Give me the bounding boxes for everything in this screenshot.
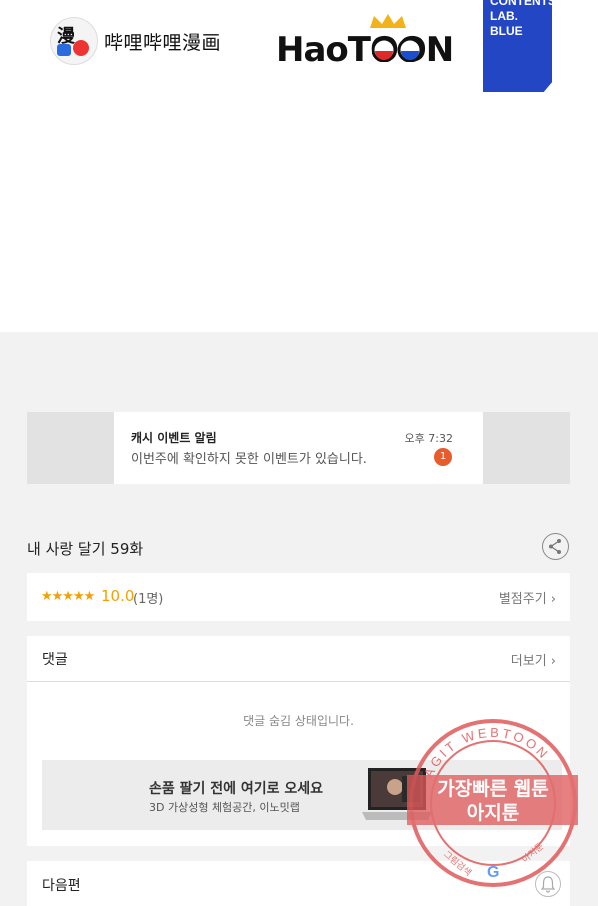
eyes-icon — [372, 38, 422, 62]
next-episode-label: 다음편 — [42, 878, 81, 894]
rating-card: ★★★★★ 10.0 (1명) 별점주기 › — [27, 573, 570, 621]
notification-title: 캐시 이벤트 알림 — [131, 431, 217, 445]
svg-text:가장빠른 웹툰: 가장빠른 웹툰 — [437, 778, 549, 800]
logo-banner: 漫 哔哩哔哩漫画 HaoTOON CONTENTS LAB. BLUE — [0, 0, 598, 332]
comment-header: 댓글 더보기 › — [27, 636, 570, 682]
rating-count: (1명) — [133, 592, 164, 607]
svg-text:아지툰: 아지툰 — [467, 802, 519, 824]
rating-stars: ★★★★★ — [41, 589, 95, 604]
crown-icon — [370, 14, 406, 28]
notification-count-badge: 1 — [434, 448, 452, 466]
logo-line-1: CONTENTS — [490, 0, 556, 8]
notification-body: 이번주에 확인하지 못한 이벤트가 있습니다. — [131, 452, 367, 467]
comments-more-link[interactable]: 더보기 › — [511, 650, 556, 669]
logo-line-3: BLUE — [490, 24, 523, 38]
bilibili-comics-logo: 漫 哔哩哔哩漫画 — [50, 17, 222, 65]
bilibili-logo-text: 哔哩哔哩漫画 — [104, 31, 222, 54]
rate-button[interactable]: 별점주기 › — [499, 588, 556, 607]
svg-text:아지툰: 아지툰 — [520, 841, 546, 865]
svg-text:G: G — [487, 864, 499, 881]
rating-score: 10.0 — [101, 587, 135, 605]
comment-title: 댓글 — [42, 652, 68, 668]
contents-lab-blue-logo: CONTENTS LAB. BLUE — [483, 0, 552, 92]
ad-subtitle: 3D 가상성형 체험공간, 이노밋랩 — [149, 801, 300, 814]
agitoon-watermark-stamp: AGIT WEBTOON 가장빠른 웹툰 아지툰 그림검색 아지툰 G — [407, 719, 578, 887]
logo-line-2: LAB. — [490, 9, 518, 23]
haotoon-logo: HaoTOON — [276, 12, 454, 70]
share-button[interactable] — [542, 533, 569, 560]
ad-title: 손품 팔기 전에 여기로 오세요 — [149, 781, 324, 797]
notification-card[interactable]: 캐시 이벤트 알림 이번주에 확인하지 못한 이벤트가 있습니다. 오후 7:3… — [27, 412, 570, 484]
notification-content[interactable]: 캐시 이벤트 알림 이번주에 확인하지 못한 이벤트가 있습니다. 오후 7:3… — [114, 412, 483, 484]
episode-title: 내 사랑 달기 59화 — [27, 540, 144, 558]
share-icon — [549, 539, 561, 554]
svg-text:그림검색: 그림검색 — [441, 848, 474, 878]
notification-time: 오후 7:32 — [404, 432, 453, 445]
haotoon-logo-text: HaoTOON — [276, 30, 454, 70]
bilibili-badge-icon: 漫 — [50, 17, 98, 65]
